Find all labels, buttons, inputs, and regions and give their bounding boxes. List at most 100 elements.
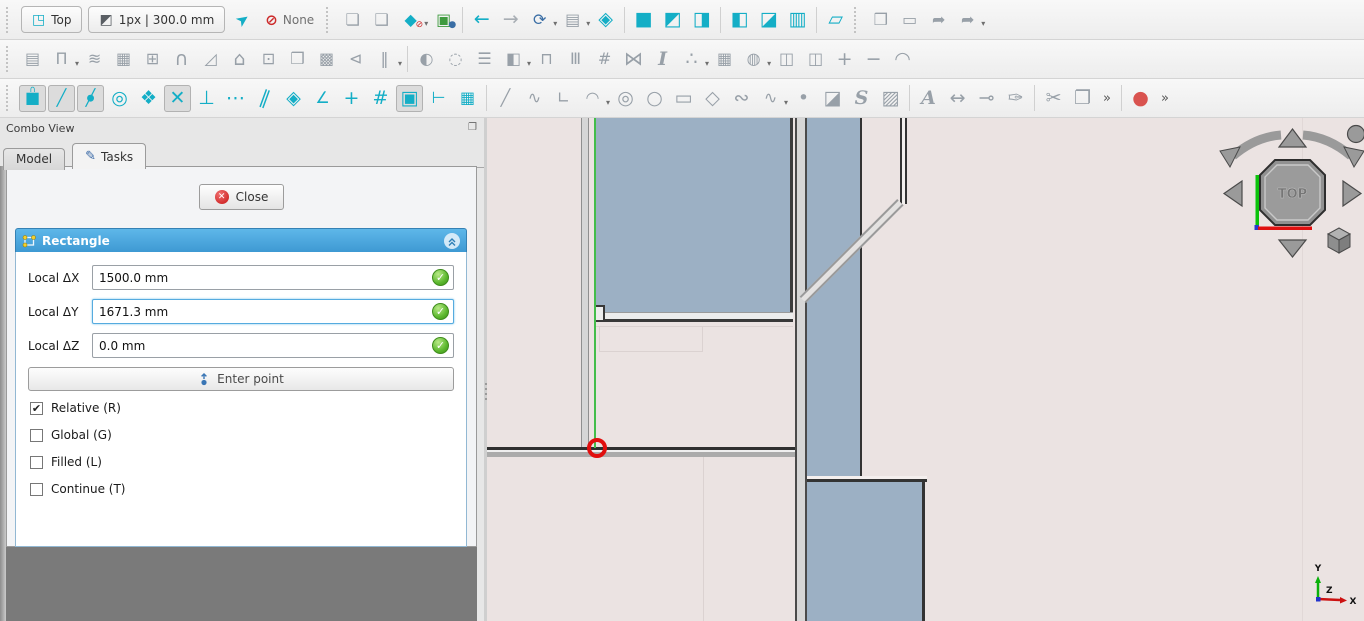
navigation-cube[interactable]: TOP — [1217, 120, 1364, 262]
snap-perpendicular-icon[interactable]: ⊥ — [193, 85, 220, 112]
export-all-icon[interactable]: ➦ — [954, 6, 981, 33]
box-selection-icon[interactable]: ❑ — [368, 6, 395, 33]
arch-add-component-icon[interactable]: + — [831, 46, 858, 73]
undock-panel-icon[interactable]: ❐ — [468, 122, 477, 133]
arch-grille-icon[interactable]: # — [591, 46, 618, 73]
draft-ellipse-icon[interactable]: ○ — [641, 85, 668, 112]
snap-center-icon[interactable]: ◎ — [106, 85, 133, 112]
arch-window-icon[interactable]: ⊞ — [139, 46, 166, 73]
arch-schedule-icon[interactable]: ▩ — [313, 46, 340, 73]
collapse-section-icon[interactable] — [444, 233, 460, 249]
arch-space-icon[interactable]: ◿ — [197, 46, 224, 73]
draft-select-tool-icon[interactable]: ➤ — [229, 6, 256, 33]
draft-bezier-icon[interactable]: ∿ — [757, 85, 784, 112]
toolbar-grip[interactable] — [6, 46, 14, 72]
arch-profile-icon-dropdown[interactable]: ▾ — [398, 59, 402, 68]
toolbar-grip[interactable] — [6, 7, 14, 33]
arch-building-icon[interactable]: ∩ — [168, 46, 195, 73]
folder-open-icon[interactable]: ▭ — [896, 6, 923, 33]
view-right-icon[interactable]: ◨ — [688, 6, 715, 33]
draft-bspline-icon[interactable]: ∾ — [728, 85, 755, 112]
cut-icon[interactable]: ✂ — [1040, 85, 1067, 112]
copy-icon[interactable]: ❐ — [1069, 85, 1096, 112]
snap-special-icon[interactable]: ◈ — [280, 85, 307, 112]
snap-endpoint-icon[interactable]: ╱ — [48, 85, 75, 112]
global-checkbox[interactable]: Global (G) — [30, 428, 454, 442]
arch-profile-beam-icon[interactable]: I — [649, 46, 676, 73]
continue-checkbox[interactable]: Continue (T) — [30, 482, 454, 496]
line-width-scale-button[interactable]: ◩1px | 300.0 mm — [88, 6, 225, 33]
relative-checkbox[interactable]: ✔Relative (R) — [30, 401, 454, 415]
snap-lock-icon[interactable]: ■∩ — [19, 85, 46, 112]
view-front-icon[interactable]: ■ — [630, 6, 657, 33]
tab-model[interactable]: Model — [3, 148, 65, 170]
filled-checkbox[interactable]: Filled (L) — [30, 455, 454, 469]
draft-wire-icon[interactable]: ∿ — [521, 85, 548, 112]
arch-structure-icon[interactable]: Π — [48, 46, 75, 73]
rectangle-section-header[interactable]: Rectangle — [15, 228, 467, 252]
arch-panel-cut-icon[interactable]: ◫ — [773, 46, 800, 73]
rotation-mode-icon[interactable]: ⟳ — [526, 6, 553, 33]
arch-reference-icon[interactable]: ❒ — [284, 46, 311, 73]
draft-rectangle-icon[interactable]: ▭ — [670, 85, 697, 112]
snap-near-icon[interactable]: ∠ — [309, 85, 336, 112]
tab-tasks[interactable]: ✎ Tasks — [72, 143, 146, 169]
arch-curtain-wall-icon[interactable]: ▦ — [110, 46, 137, 73]
arch-pipe-icon[interactable]: ◍ — [740, 46, 767, 73]
nav-circle-button[interactable] — [1348, 126, 1364, 143]
arch-axis-icon[interactable]: ◐ — [413, 46, 440, 73]
draft-facebinder-icon[interactable]: ◪ — [819, 85, 846, 112]
arch-rebar-icon[interactable]: ≋ — [81, 46, 108, 73]
toolbar-grip[interactable] — [326, 7, 334, 33]
arch-pipe-icon-dropdown[interactable]: ▾ — [767, 59, 771, 68]
arch-structure-icon-dropdown[interactable]: ▾ — [75, 59, 79, 68]
snap-parallel-icon[interactable]: ∥ — [251, 85, 278, 112]
snap-extension-icon[interactable]: ⋯ — [222, 85, 249, 112]
arch-panel-icon[interactable]: ⊲ — [342, 46, 369, 73]
draft-bezier-icon-dropdown[interactable]: ▾ — [784, 98, 788, 107]
macro-record-icon[interactable]: ● — [1127, 85, 1154, 112]
relative-checkbox-box[interactable]: ✔ — [30, 402, 43, 415]
arch-schedule-table-icon[interactable]: ▦ — [711, 46, 738, 73]
arch-material-icon[interactable]: ∴ — [678, 46, 705, 73]
arch-survey-icon[interactable]: ◠ — [889, 46, 916, 73]
draft-shapestring-icon[interactable]: S — [848, 85, 875, 112]
export-icon[interactable]: ➦ — [925, 6, 952, 33]
draft-circle-icon[interactable]: ◎ — [612, 85, 639, 112]
arch-material-icon-dropdown[interactable]: ▾ — [705, 59, 709, 68]
arch-wall-icon[interactable]: ▤ — [19, 46, 46, 73]
arch-panel-sheet-icon[interactable]: ◫ — [802, 46, 829, 73]
current-view-button[interactable]: ◳Top — [21, 6, 82, 33]
toolbar-grip[interactable] — [6, 85, 14, 111]
3d-viewport[interactable]: TOP Y Z X — [487, 118, 1364, 621]
arch-stairs-icon[interactable]: ☰ — [471, 46, 498, 73]
draft-fillet-icon[interactable]: ∟ — [550, 85, 577, 112]
snap-ortho-icon[interactable]: + — [338, 85, 365, 112]
snap-working-plane-icon[interactable]: ▣ — [396, 85, 423, 112]
arch-equipment-icon[interactable]: ⊓ — [533, 46, 560, 73]
arch-remove-component-icon[interactable]: − — [860, 46, 887, 73]
nav-back-icon[interactable]: ← — [468, 6, 495, 33]
nav-arrow-right[interactable] — [1343, 181, 1361, 206]
view-left-icon[interactable]: ▥ — [784, 6, 811, 33]
autogroup-button[interactable]: ⊘None — [265, 11, 314, 29]
nav-arrow-up[interactable] — [1279, 129, 1306, 147]
box-element-selection-icon[interactable]: ❏ — [339, 6, 366, 33]
nav-forward-icon[interactable]: → — [497, 6, 524, 33]
nav-arrow-down[interactable] — [1279, 240, 1306, 257]
draw-style-icon-dropdown[interactable]: ▾ — [586, 19, 590, 28]
snap-midpoint-icon[interactable]: ╱● — [77, 85, 104, 112]
draft-hatch-icon[interactable]: ▨ — [877, 85, 904, 112]
draft-text-icon[interactable]: A — [915, 85, 942, 112]
snap-intersection-icon[interactable]: ✕ — [164, 85, 191, 112]
draw-style-icon[interactable]: ▤ — [559, 6, 586, 33]
view-top-icon[interactable]: ◩ — [659, 6, 686, 33]
arch-section-plane-icon[interactable]: ⊡ — [255, 46, 282, 73]
arch-space-boundary-icon[interactable]: ◌ — [442, 46, 469, 73]
annotation-styles-icon[interactable]: ✑ — [1002, 85, 1029, 112]
arch-house-icon[interactable]: ⌂ — [226, 46, 253, 73]
toolbar-grip[interactable] — [854, 7, 862, 33]
global-checkbox-box[interactable] — [30, 429, 43, 442]
snap-dimensions-icon[interactable]: ⊢ — [425, 85, 452, 112]
draft-dimension-icon[interactable]: ↔ — [944, 85, 971, 112]
